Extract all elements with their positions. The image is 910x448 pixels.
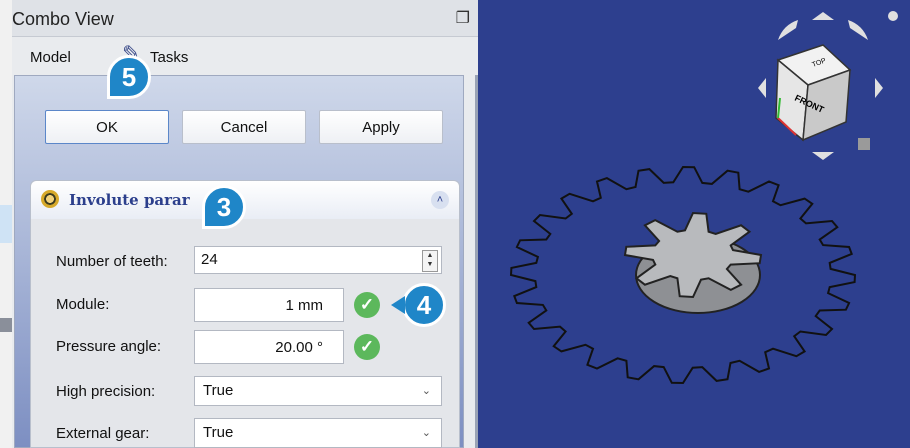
pressure-angle-input[interactable]: 20.00 °: [194, 330, 344, 364]
number-of-teeth-input[interactable]: 24 ▲ ▼: [194, 246, 442, 274]
step-marker-5-number: 5: [121, 61, 137, 92]
tab-tasks-label: Tasks: [150, 49, 189, 66]
external-gear-value: True: [203, 424, 234, 441]
arrow-left-icon[interactable]: [758, 78, 766, 98]
arrow-up-icon[interactable]: [812, 12, 834, 20]
step-marker-3-number: 3: [216, 191, 232, 222]
checkmark-icon: ✓: [354, 292, 380, 318]
arrow-down-icon[interactable]: [812, 152, 834, 160]
module-input[interactable]: 1 mm: [194, 288, 344, 322]
small-gear: [623, 211, 763, 314]
module-value: 1 mm: [285, 297, 324, 314]
step-marker-3: 3: [202, 185, 246, 229]
high-precision-value: True: [203, 382, 234, 399]
step-marker-4-number: 4: [416, 289, 432, 320]
3d-viewport[interactable]: FRONT TOP: [478, 0, 910, 448]
module-label: Module:: [56, 296, 110, 313]
navcube-menu-dot-icon[interactable]: [888, 11, 898, 21]
left-strip-highlight: [0, 205, 12, 243]
external-gear-select[interactable]: True ⌄: [194, 418, 442, 448]
arrow-right-icon[interactable]: [875, 78, 883, 98]
rotate-left-icon[interactable]: [778, 20, 798, 40]
viewport-canvas: FRONT TOP: [509, 11, 898, 385]
number-of-teeth-value: 24: [201, 251, 218, 268]
apply-button[interactable]: Apply: [319, 110, 443, 144]
left-background-strip: [0, 0, 12, 448]
spinner-icon[interactable]: ▲ ▼: [422, 250, 438, 272]
high-precision-label: High precision:: [56, 383, 156, 400]
ok-button[interactable]: OK: [45, 110, 169, 144]
navigation-cube[interactable]: FRONT TOP: [758, 11, 898, 160]
involute-parameters-title: Involute parar: [69, 191, 190, 209]
external-gear-label: External gear:: [56, 425, 150, 442]
high-precision-select[interactable]: True ⌄: [194, 376, 442, 406]
rotate-right-icon[interactable]: [848, 20, 868, 40]
combo-view-titlebar: Combo View ❐: [12, 0, 478, 37]
pressure-angle-label: Pressure angle:: [56, 338, 162, 355]
tab-model[interactable]: Model: [30, 49, 71, 66]
cancel-button[interactable]: Cancel: [182, 110, 306, 144]
step-marker-5: 5: [107, 55, 151, 99]
view-menu-icon[interactable]: [858, 138, 870, 150]
combo-view-title: Combo View: [12, 9, 114, 29]
float-window-icon[interactable]: ❐: [456, 8, 470, 28]
tab-bar: Model ✎ Tasks: [12, 37, 478, 75]
checkmark-icon: ✓: [354, 334, 380, 360]
left-strip-shadow: [0, 318, 12, 332]
pressure-angle-value: 20.00 °: [275, 339, 323, 356]
collapse-icon[interactable]: ˄: [431, 191, 449, 209]
step-marker-4-pointer: [391, 296, 405, 314]
chevron-down-icon: ⌄: [421, 427, 431, 439]
number-of-teeth-label: Number of teeth:: [56, 253, 168, 270]
combo-view-panel: Combo View ❐ Model ✎ Tasks OK Cancel App…: [12, 0, 478, 448]
chevron-down-icon: ⌄: [421, 385, 431, 397]
step-marker-4: 4: [391, 283, 446, 327]
gear-icon: [41, 190, 59, 208]
